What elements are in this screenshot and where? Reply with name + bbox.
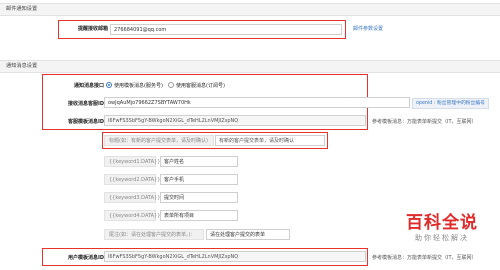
section-header-notify: 通知消息设置 [0, 60, 500, 73]
template-id-field[interactable]: l6FwFS3SbF5gY-BWkgoN2XiGL_dTeHL2LnVMJlZs… [104, 115, 366, 126]
radio-template-message-label[interactable]: 使用模板消息(服务号) [114, 82, 163, 89]
radio-template-message[interactable] [106, 82, 112, 88]
openid-hint[interactable]: openid : 粉丝管理中的粉丝编号 [412, 98, 489, 109]
openid-label: 接收消息客服ID [67, 101, 104, 107]
template-id-label: 客服模板消息ID [67, 119, 104, 125]
remark-label: 尾注(如：请在处理客户提交的表单。)： [104, 229, 204, 240]
template-desc: 参考模板消息：万能表单新提交（IT，互联网） [372, 119, 477, 125]
user-template-id-label: 用户模板消息ID [67, 255, 104, 261]
radio-service-message-label[interactable]: 使用客服消息(订阅号) [176, 82, 225, 89]
user-template-id-field[interactable]: l6FwFS3SbF5gY-BWkgoN2XiGL_dTeHL2LnVMJlZs… [104, 251, 366, 262]
keyword3-label: {{keyword3.DATA}}： [104, 192, 165, 203]
watermark-subtitle: 助你轻松解决 [415, 234, 469, 242]
remark-field[interactable]: 请在处理客户提交的表单 [206, 229, 290, 240]
keyword1-field[interactable]: 客户姓名 [160, 156, 238, 167]
section-header-email: 邮件通知设置 [0, 3, 500, 16]
interface-label: 通知消息接口 [73, 83, 104, 89]
user-template-desc: 参考模板消息：万能表单新提交（IT，互联网） [372, 255, 477, 261]
watermark: 百科全说 助你轻松解决 [400, 206, 484, 245]
keyword2-label: {{keyword2.DATA}}： [104, 174, 165, 185]
email-field[interactable]: 276684091@qq.com [110, 24, 342, 35]
watermark-title: 百科全说 [406, 213, 478, 233]
keyword4-field[interactable]: 表单所有项目 [160, 210, 238, 221]
keyword2-field[interactable]: 客户手机 [160, 174, 238, 185]
title-field[interactable]: 有新的客户提交表单，请及时确认 [215, 135, 325, 146]
keyword3-field[interactable]: 提交时间 [160, 192, 238, 203]
openid-field[interactable]: owJqAuMjo79662Z7SBYTAW70Hk [104, 97, 410, 108]
title-field-label: 标题(如：有新的客户提交表单，请及时确认) [104, 135, 214, 146]
email-label: 提醒接收邮箱 [77, 26, 108, 32]
keyword1-label: {{keyword1.DATA}}： [104, 156, 165, 167]
radio-service-message[interactable] [168, 82, 174, 88]
section-title-email: 邮件通知设置 [6, 6, 38, 12]
mail-settings-link[interactable]: 邮件参数设置 [353, 25, 383, 32]
section-title-notify: 通知消息设置 [6, 63, 38, 69]
keyword4-label: {{keyword4.DATA}}： [104, 210, 165, 221]
